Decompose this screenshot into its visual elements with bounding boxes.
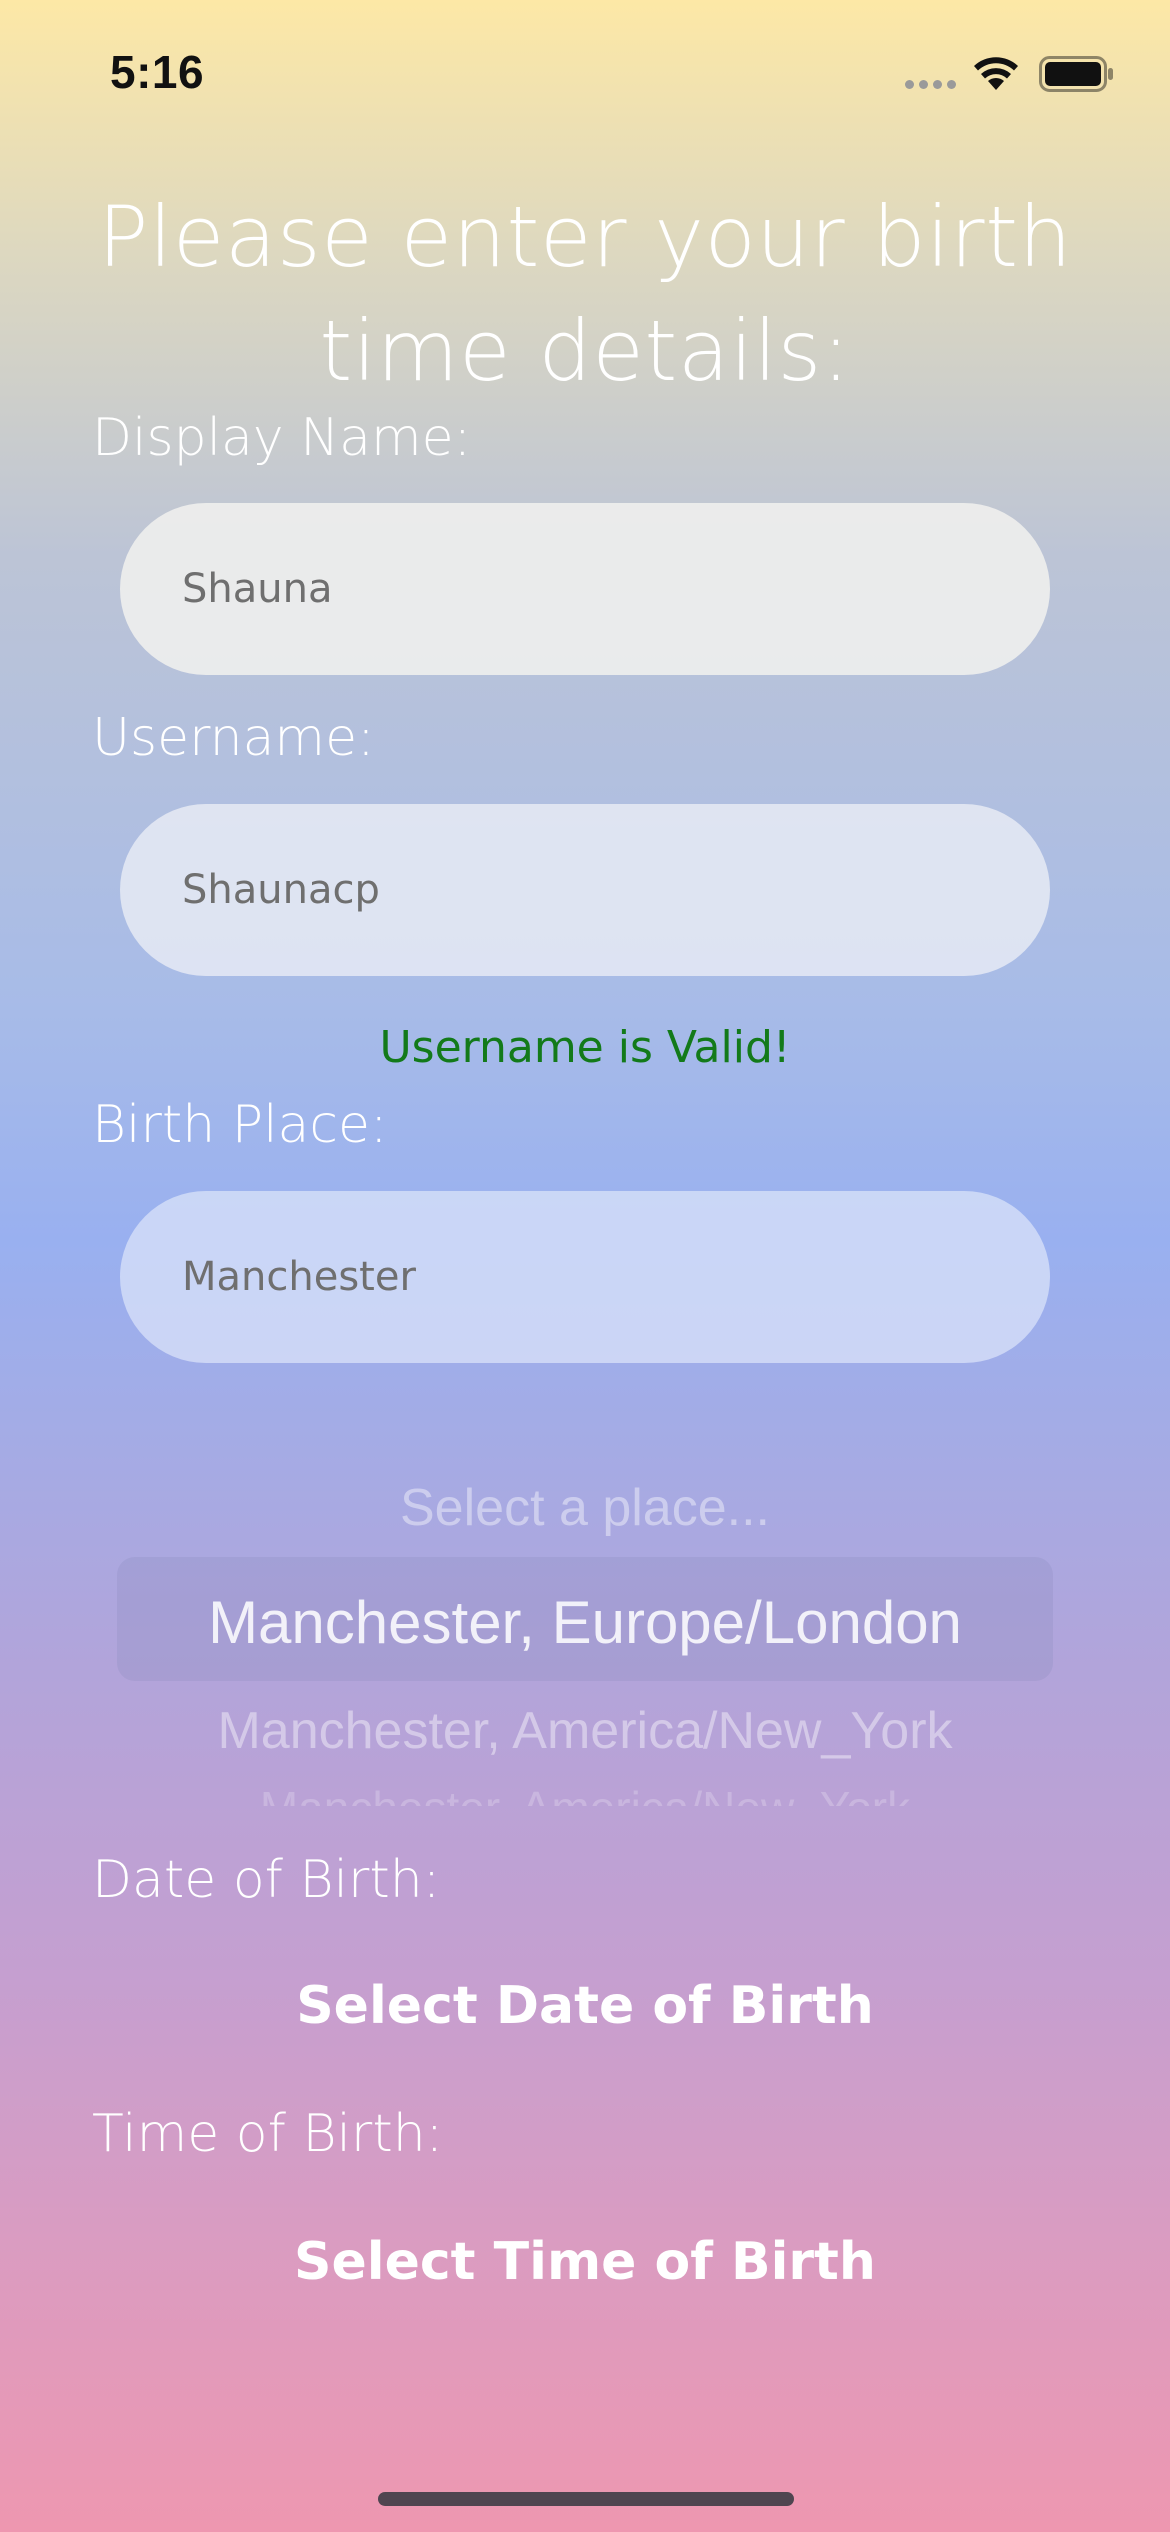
username-field[interactable]: Shaunacp bbox=[120, 804, 1050, 976]
picker-option[interactable]: Select a place... bbox=[0, 1478, 1170, 1538]
signal-dots-icon bbox=[905, 80, 956, 89]
birth-place-label: Birth Place: bbox=[92, 1095, 388, 1155]
battery-icon bbox=[1039, 56, 1113, 92]
picker-option-selected[interactable]: Manchester, Europe/London bbox=[0, 1588, 1170, 1657]
wifi-icon bbox=[974, 57, 1018, 90]
display-name-label: Display Name: bbox=[92, 408, 472, 468]
birth-place-field[interactable]: Manchester bbox=[120, 1191, 1050, 1363]
display-name-field[interactable]: Shauna bbox=[120, 503, 1050, 675]
picker-option[interactable]: Manchester, America/New_York bbox=[0, 1778, 1170, 1806]
page-title: Please enter your birth time details: bbox=[97, 188, 1073, 400]
date-of-birth-label: Date of Birth: bbox=[92, 1850, 441, 1910]
time-of-birth-label: Time of Birth: bbox=[92, 2104, 444, 2164]
username-valid-message: Username is Valid! bbox=[379, 1022, 791, 1073]
home-indicator[interactable] bbox=[378, 2492, 794, 2506]
select-time-of-birth-button[interactable]: Select Time of Birth bbox=[0, 2232, 1170, 2292]
status-time: 5:16 bbox=[110, 46, 205, 98]
select-date-of-birth-button[interactable]: Select Date of Birth bbox=[0, 1976, 1170, 2036]
picker-option[interactable]: Manchester, America/New_York bbox=[0, 1701, 1170, 1761]
username-label: Username: bbox=[92, 708, 375, 768]
